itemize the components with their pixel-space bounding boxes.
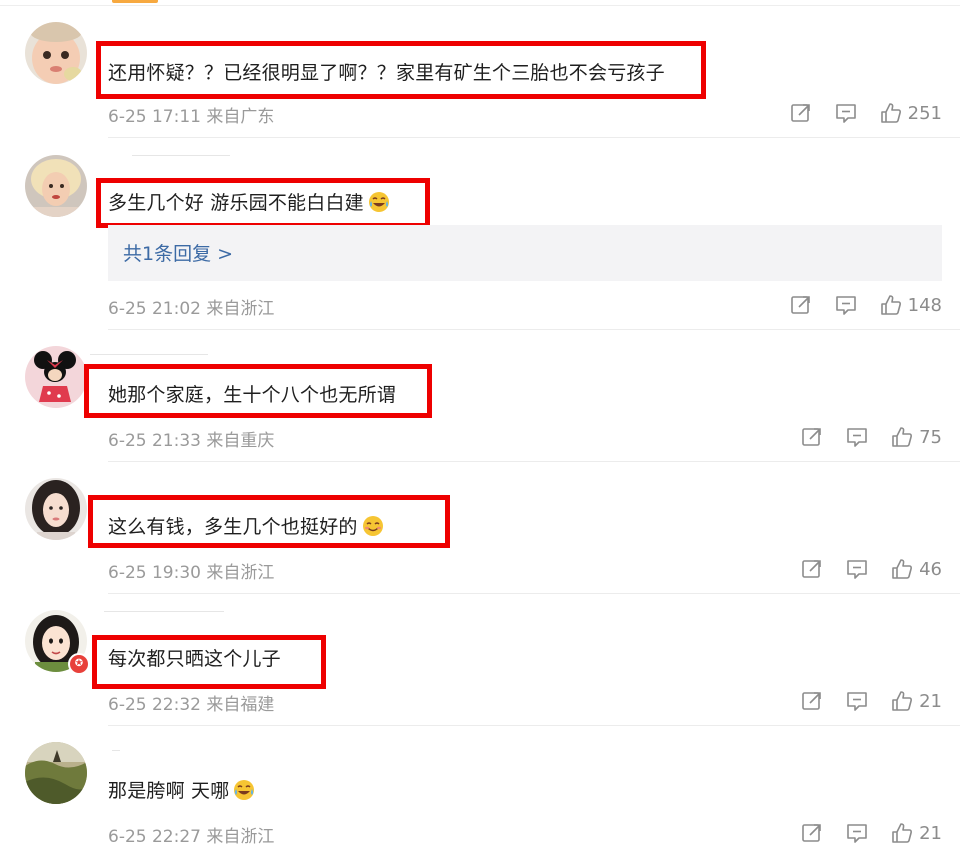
avatar[interactable] (25, 346, 87, 408)
comment-text-content: 那是胯啊 天哪 (108, 780, 230, 802)
share-icon[interactable] (801, 822, 823, 844)
red-highlight-box (88, 495, 450, 548)
like-count: 75 (919, 426, 942, 448)
comment-item: 这么有钱，多生几个也挺好的 6-25 19:30 来自浙江 46 (0, 462, 960, 594)
thumbs-up-icon[interactable] (891, 690, 913, 712)
comment-item: 还用怀疑？？已经很明显了啊？？家里有矿生个三胎也不会亏孩子 6-25 17:11… (0, 0, 960, 138)
username-placeholder (104, 611, 224, 612)
share-icon[interactable] (790, 102, 812, 124)
username-placeholder (90, 354, 208, 355)
share-icon[interactable] (790, 294, 812, 316)
comment-text: 那是胯啊 天哪 (108, 776, 255, 803)
avatar[interactable] (25, 742, 87, 804)
baby-avatar-image (25, 22, 87, 84)
username-placeholder (132, 155, 230, 156)
reply-box: 共1条回复 > (108, 225, 942, 281)
comment-meta: 6-25 21:33 来自重庆 (108, 431, 275, 451)
laugh-cry-emoji (234, 780, 255, 800)
comment-meta: 6-25 19:30 来自浙江 (108, 563, 275, 583)
like-count: 21 (919, 822, 942, 844)
woman-selfie-avatar-image (25, 478, 87, 540)
share-icon[interactable] (801, 426, 823, 448)
avatar[interactable] (25, 155, 87, 217)
comment-actions: 148 (790, 293, 942, 317)
comment-meta: 6-25 22:27 来自浙江 (108, 827, 275, 847)
view-replies-link[interactable]: 共1条回复 > (123, 239, 233, 266)
thumbs-up-icon[interactable] (880, 102, 902, 124)
comment-icon[interactable] (846, 822, 868, 844)
username-placeholder (112, 750, 120, 751)
comment-actions: 46 (801, 557, 942, 581)
verified-badge-icon: ✪ (68, 653, 90, 675)
avatar[interactable] (25, 22, 87, 84)
comment-icon[interactable] (835, 294, 857, 316)
landscape-avatar-image (25, 742, 87, 804)
red-highlight-box (92, 635, 326, 689)
red-highlight-box (96, 41, 706, 99)
avatar[interactable] (25, 478, 87, 540)
blonde-woman-avatar-image (25, 155, 87, 217)
comment-item: ✪ 每次都只晒这个儿子 6-25 22:32 来自福建 21 (0, 594, 960, 726)
comment-icon[interactable] (835, 102, 857, 124)
comment-actions: 21 (801, 689, 942, 713)
red-highlight-box (84, 364, 432, 418)
like-count: 148 (907, 294, 942, 316)
comment-icon[interactable] (846, 558, 868, 580)
comment-actions: 21 (801, 821, 942, 845)
comment-item: 多生几个好 游乐园不能白白建 共1条回复 > 6-25 21:02 来自浙江 1… (0, 138, 960, 330)
share-icon[interactable] (801, 690, 823, 712)
comment-meta: 6-25 17:11 来自广东 (108, 107, 275, 127)
comment-meta: 6-25 21:02 来自浙江 (108, 299, 275, 319)
red-highlight-box (96, 178, 430, 228)
comment-item: 她那个家庭，生十个八个也无所谓 6-25 21:33 来自重庆 75 (0, 330, 960, 462)
thumbs-up-icon[interactable] (891, 822, 913, 844)
like-count: 21 (919, 690, 942, 712)
share-icon[interactable] (801, 558, 823, 580)
like-count: 46 (919, 558, 942, 580)
minnie-mouse-avatar-image (25, 346, 87, 408)
like-count: 251 (907, 102, 942, 124)
thumbs-up-icon[interactable] (891, 558, 913, 580)
comment-actions: 251 (790, 101, 942, 125)
thumbs-up-icon[interactable] (891, 426, 913, 448)
comment-icon[interactable] (846, 690, 868, 712)
comment-actions: 75 (801, 425, 942, 449)
comment-item: 那是胯啊 天哪 6-25 22:27 来自浙江 21 (0, 726, 960, 849)
thumbs-up-icon[interactable] (880, 294, 902, 316)
comment-icon[interactable] (846, 426, 868, 448)
comment-meta: 6-25 22:32 来自福建 (108, 695, 275, 715)
